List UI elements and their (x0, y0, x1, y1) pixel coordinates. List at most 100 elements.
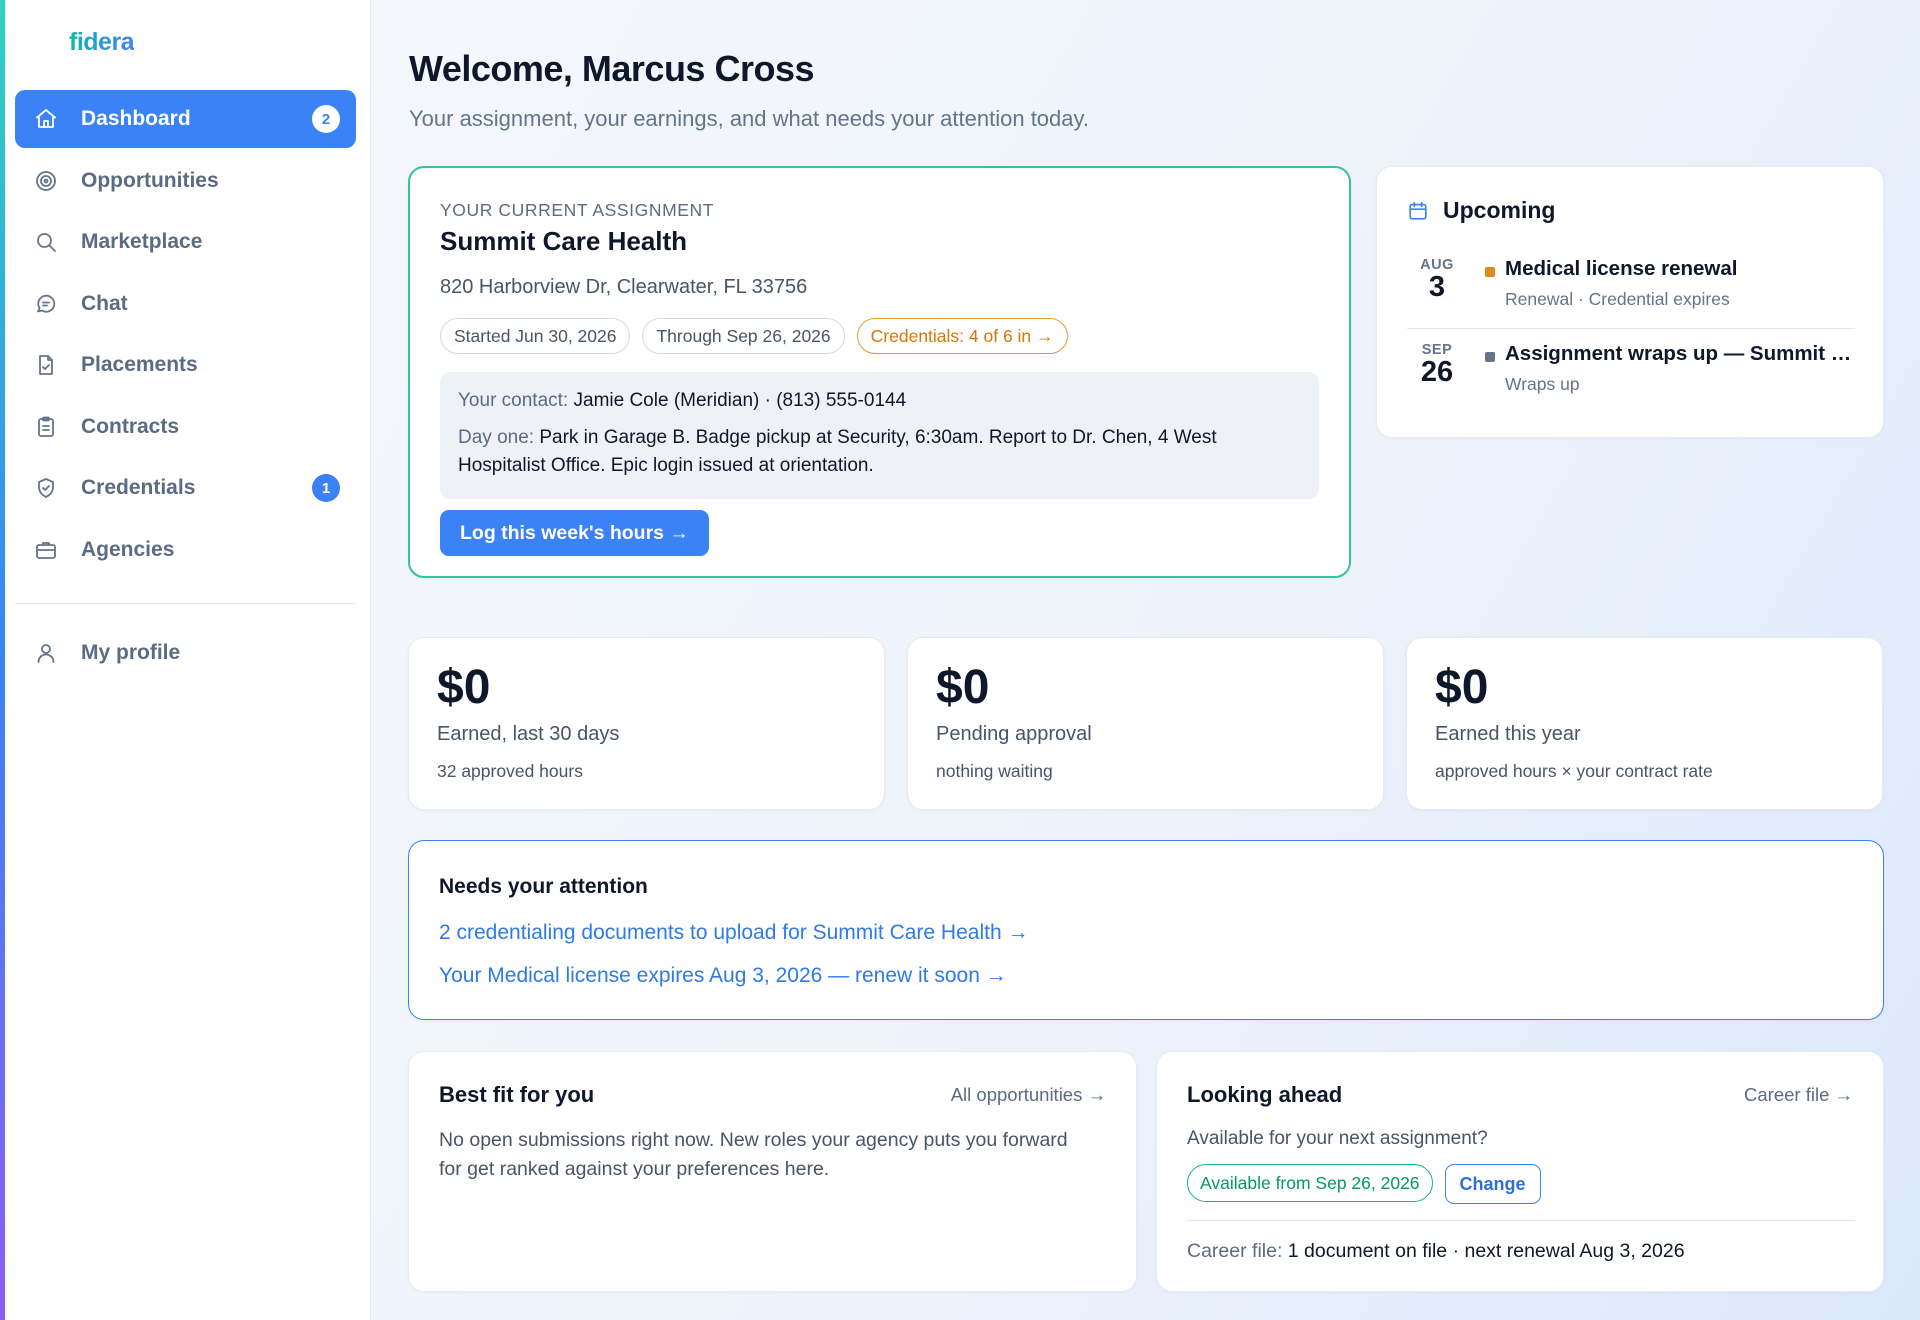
availability-question: Available for your next assignment? (1187, 1128, 1488, 1149)
stat-value: $0 (1435, 661, 1489, 714)
looking-ahead-title: Looking ahead (1187, 1082, 1343, 1107)
availability-row: Available from Sep 26, 2026 Change (1187, 1164, 1541, 1204)
credentials-status-chip[interactable]: Credentials: 4 of 6 in → (856, 318, 1068, 354)
stat-label: Earned, last 30 days (437, 723, 620, 745)
stat-sublabel: 32 approved hours (437, 761, 583, 781)
end-date-chip: Through Sep 26, 2026 (642, 318, 845, 354)
stat-sublabel: approved hours × your contract rate (1435, 761, 1713, 781)
event-date: SEP 26 (1407, 342, 1467, 388)
contact-info-box: Your contact: Jamie Cole (Meridian) · (8… (440, 372, 1319, 499)
stat-sublabel: nothing waiting (936, 761, 1053, 781)
sidebar-item-label: Placements (81, 353, 198, 376)
assignment-chips: Started Jun 30, 2026 Through Sep 26, 202… (440, 318, 1068, 354)
event-date: AUG 3 (1407, 257, 1467, 303)
event-day: 26 (1420, 356, 1454, 388)
contact-line: Your contact: Jamie Cole (Meridian) · (8… (458, 390, 1301, 412)
notification-badge: 2 (312, 105, 340, 133)
sidebar-item-my-profile[interactable]: My profile (15, 624, 356, 682)
upcoming-event[interactable]: AUG 3 Medical license renewal Renewal · … (1407, 257, 1855, 327)
looking-ahead-divider (1187, 1220, 1855, 1221)
page-subtitle: Your assignment, your earnings, and what… (409, 106, 1089, 131)
start-date-chip: Started Jun 30, 2026 (440, 318, 631, 354)
best-fit-title: Best fit for you (439, 1082, 595, 1107)
event-status-dot (1485, 267, 1495, 277)
page-title: Welcome, Marcus Cross (409, 48, 815, 89)
sidebar-item-agencies[interactable]: Agencies (15, 521, 356, 579)
upcoming-divider (1407, 328, 1855, 329)
best-fit-card: Best fit for you All opportunities → No … (408, 1051, 1137, 1292)
sidebar-item-credentials[interactable]: Credentials 1 (15, 459, 356, 517)
stat-card-pending-approval: $0 Pending approval nothing waiting (907, 637, 1384, 810)
stat-card-earned-this-year: $0 Earned this year approved hours × you… (1406, 637, 1883, 810)
app-logo[interactable]: fidera (69, 28, 135, 57)
notification-badge: 1 (312, 474, 340, 502)
availability-badge: Available from Sep 26, 2026 (1187, 1164, 1433, 1202)
chat-icon (33, 291, 59, 317)
day-one-label: Day one: (458, 427, 535, 448)
facility-address: 820 Harborview Dr, Clearwater, FL 33756 (440, 276, 808, 298)
upload-documents-link[interactable]: 2 credentialing documents to upload for … (439, 921, 1028, 945)
sidebar-item-marketplace[interactable]: Marketplace (15, 213, 356, 271)
renew-license-link[interactable]: Your Medical license expires Aug 3, 2026… (439, 964, 1007, 988)
stat-label: Pending approval (936, 723, 1092, 745)
contact-label: Your contact: (458, 390, 569, 411)
current-assignment-card: YOUR CURRENT ASSIGNMENT Summit Care Heal… (408, 166, 1351, 578)
sidebar-item-label: My profile (81, 640, 181, 664)
sidebar-item-contracts[interactable]: Contracts (15, 398, 356, 456)
user-icon (33, 640, 59, 666)
event-status-dot (1485, 352, 1495, 362)
event-day: 3 (1428, 271, 1446, 303)
clipboard-icon (33, 414, 59, 440)
sidebar: fidera Dashboard 2 Opportunities Marketp… (5, 0, 371, 1320)
search-icon (33, 229, 59, 255)
sidebar-item-opportunities[interactable]: Opportunities (15, 152, 356, 210)
target-icon (33, 168, 59, 194)
upcoming-title: Upcoming (1443, 197, 1556, 223)
career-file-label: Career file: (1187, 1240, 1283, 1262)
stat-value: $0 (437, 661, 491, 714)
career-file-link[interactable]: Career file → (1744, 1084, 1853, 1106)
event-title: Assignment wraps up — Summit Care Health (1505, 342, 1855, 365)
document-check-icon (33, 352, 59, 378)
sidebar-item-label: Credentials (81, 476, 196, 499)
event-subtitle: Renewal · Credential expires (1505, 289, 1730, 309)
upcoming-card: Upcoming AUG 3 Medical license renewal R… (1376, 166, 1884, 438)
all-opportunities-link[interactable]: All opportunities → (951, 1084, 1106, 1106)
assignment-eyebrow: YOUR CURRENT ASSIGNMENT (440, 200, 715, 220)
sidebar-item-chat[interactable]: Chat (15, 275, 356, 333)
log-hours-button[interactable]: Log this week's hours → (440, 510, 709, 556)
needs-attention-card: Needs your attention 2 credentialing doc… (408, 840, 1884, 1020)
sidebar-item-dashboard[interactable]: Dashboard 2 (15, 90, 356, 148)
main-content: Welcome, Marcus Cross Your assignment, y… (371, 0, 1920, 1320)
sidebar-item-label: Opportunities (81, 168, 219, 192)
day-one-value: Park in Garage B. Badge pickup at Securi… (458, 427, 1217, 476)
career-file-summary: Career file: 1 document on file · next r… (1187, 1240, 1685, 1263)
shield-check-icon (33, 475, 59, 501)
sidebar-item-label: Marketplace (81, 230, 203, 253)
upcoming-event[interactable]: SEP 26 Assignment wraps up — Summit Care… (1407, 342, 1855, 412)
best-fit-body: No open submissions right now. New roles… (439, 1129, 1068, 1180)
briefcase-icon (33, 537, 59, 563)
home-icon (33, 106, 59, 132)
sidebar-item-placements[interactable]: Placements (15, 336, 356, 394)
stat-label: Earned this year (1435, 723, 1581, 745)
contact-value: Jamie Cole (Meridian) · (813) 555-0144 (573, 390, 907, 411)
facility-name: Summit Care Health (440, 226, 688, 256)
sidebar-nav: Dashboard 2 Opportunities Marketplace Ch… (15, 90, 356, 685)
sidebar-item-label: Dashboard (81, 107, 191, 130)
upcoming-header: Upcoming (1407, 197, 1555, 224)
sidebar-divider (15, 602, 356, 604)
sidebar-item-label: Agencies (81, 537, 175, 561)
stat-value: $0 (936, 661, 990, 714)
attention-title: Needs your attention (439, 875, 648, 898)
sidebar-item-label: Chat (81, 291, 128, 315)
stat-card-earned-30-days: $0 Earned, last 30 days 32 approved hour… (408, 637, 885, 810)
career-file-value: 1 document on file · next renewal Aug 3,… (1287, 1240, 1685, 1262)
looking-ahead-card: Looking ahead Career file → Available fo… (1156, 1051, 1884, 1292)
change-availability-button[interactable]: Change (1444, 1164, 1541, 1204)
event-title: Medical license renewal (1505, 257, 1738, 280)
sidebar-item-label: Contracts (81, 414, 180, 438)
calendar-icon (1409, 201, 1427, 220)
event-subtitle: Wraps up (1505, 374, 1580, 394)
day-one-line: Day one: Park in Garage B. Badge pickup … (458, 424, 1301, 480)
